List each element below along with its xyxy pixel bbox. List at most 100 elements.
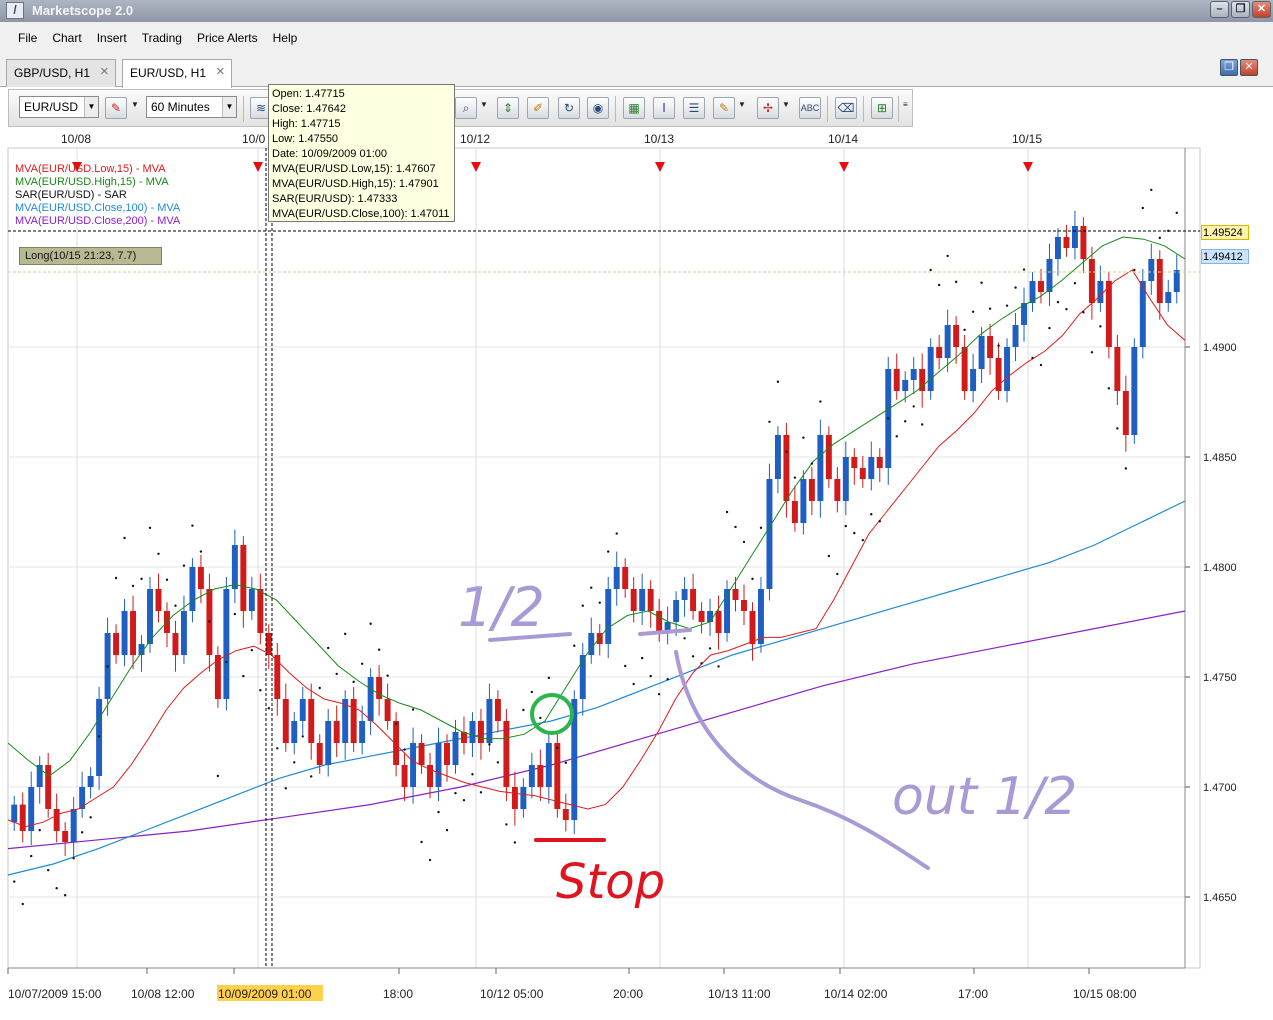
sar-dot	[904, 420, 907, 423]
add-indicator-icon[interactable]: ⇕	[497, 97, 519, 119]
sar-dot	[708, 647, 712, 650]
chart-canvas[interactable]: 10/08 10/0 10/12 10/13 10/14 10/15 10/07/2009…	[0, 129, 1273, 1017]
caret-down-icon[interactable]: ▼	[738, 100, 746, 109]
sar-dot	[97, 735, 101, 738]
menu-help[interactable]: Help	[265, 31, 305, 45]
sar-dot	[428, 858, 432, 862]
menu-trading[interactable]: Trading	[134, 31, 189, 45]
zoom-icon[interactable]: ⌕	[455, 97, 477, 119]
bullish-candle	[817, 435, 824, 501]
caret-down-icon[interactable]: ▼	[131, 100, 139, 109]
crosshair-cursor-icon[interactable]: Ⅰ	[653, 97, 675, 119]
bullish-candle	[248, 589, 255, 611]
tab-close-all-icon[interactable]: ✕	[1240, 59, 1258, 76]
bearish-candle	[113, 633, 120, 655]
bullish-candle	[70, 809, 77, 842]
time-tick-label: 10/15 08:00	[1073, 987, 1137, 1001]
bullish-candle	[579, 655, 586, 699]
legend-ma-high-15[interactable]: MVA(EUR/USD.High,15) - MVA	[15, 176, 180, 189]
menu-chart[interactable]: Chart	[44, 31, 88, 45]
bearish-candle	[562, 809, 569, 820]
sar-dot	[971, 310, 975, 313]
tab-gbpusd[interactable]: GBP/USD, H1 ✕	[6, 59, 116, 87]
price-chart[interactable]: 10/08 10/0 10/12 10/13 10/14 10/15 10/07/2009…	[0, 129, 1273, 1017]
bullish-candle	[11, 804, 18, 823]
globe-icon[interactable]: ◉	[587, 97, 609, 119]
trade-position-label[interactable]: Long(10/15 21:23, 7.7)	[19, 247, 162, 265]
instrument-select[interactable]: EUR/USD ▼	[19, 96, 99, 118]
tab-close-icon[interactable]: ✕	[100, 65, 109, 78]
minimize-button[interactable]: –	[1210, 1, 1229, 18]
sar-dot	[335, 672, 338, 676]
legend-ma-low-15[interactable]: MVA(EUR/USD.Low,15) - MVA	[15, 163, 180, 176]
tab-restore-icon[interactable]: ❐	[1220, 59, 1238, 76]
sar-dot	[199, 550, 203, 553]
bullish-candle	[681, 589, 688, 600]
menu-price-alerts[interactable]: Price Alerts	[189, 31, 265, 45]
bullish-candle	[868, 457, 875, 479]
sar-dot	[55, 887, 58, 890]
sar-dot	[700, 662, 703, 665]
toolbar-divider	[827, 96, 828, 122]
chart-settings-icon[interactable]: ✎	[105, 97, 127, 119]
refresh-icon[interactable]: ↻	[558, 97, 580, 119]
menu-file[interactable]: File	[10, 31, 44, 45]
bearish-candle	[350, 699, 357, 743]
legend-ma-100[interactable]: MVA(EUR/USD.Close,100) - MVA	[15, 202, 180, 215]
bullish-candle	[1012, 325, 1019, 347]
bullish-candle	[1165, 292, 1172, 303]
caret-down-icon[interactable]: ▼	[480, 100, 488, 109]
chevron-down-icon: ▼	[222, 97, 236, 117]
price-tick-label: 1.4800	[1203, 562, 1237, 574]
pencil-draw-icon[interactable]: ✎	[713, 97, 735, 119]
caret-down-icon[interactable]: ▼	[782, 100, 790, 109]
timeframe-select[interactable]: 60 Minutes ▼	[146, 96, 237, 118]
tab-eurusd[interactable]: EUR/USD, H1 ✕	[122, 59, 232, 88]
sar-dot	[963, 328, 966, 332]
eraser-icon[interactable]: ⌫	[835, 97, 857, 119]
bearish-candle	[401, 765, 408, 787]
sar-dot	[157, 552, 160, 555]
sar-dot	[80, 831, 84, 834]
edit-indicator-icon[interactable]: ✐	[527, 97, 549, 119]
table-icon[interactable]: ☰	[683, 97, 705, 119]
network-icon[interactable]: ⊞	[871, 97, 893, 119]
image-icon[interactable]: ▦	[623, 97, 645, 119]
tab-close-icon[interactable]: ✕	[216, 65, 225, 78]
toolbar-divider	[863, 96, 864, 122]
sar-dot	[1082, 311, 1085, 314]
timeframe-value: 60 Minutes	[151, 100, 210, 114]
bearish-candle	[537, 765, 544, 787]
bullish-candle	[291, 721, 298, 743]
sar-dot	[21, 902, 24, 906]
sar-dot	[1133, 268, 1136, 272]
toolbar-overflow-icon[interactable]: ≡	[903, 100, 908, 109]
window-titlebar: / Marketscope 2.0 – ❒ ✕	[0, 0, 1273, 22]
sar-dot	[1099, 325, 1102, 328]
bullish-candle	[410, 743, 417, 787]
close-button[interactable]: ✕	[1252, 1, 1271, 18]
menu-insert[interactable]: Insert	[89, 31, 134, 45]
sar-dot	[1158, 236, 1161, 240]
price-tick-label: 1.4700	[1203, 782, 1237, 794]
sar-dot	[386, 674, 389, 677]
legend-ma-200[interactable]: MVA(EUR/USD.Close,200) - MVA	[15, 215, 180, 228]
bearish-candle	[749, 611, 756, 644]
sar-dot	[539, 716, 542, 720]
sar-dot	[937, 283, 941, 287]
bullish-candle	[520, 787, 527, 809]
trade-marker-icon[interactable]: ✢	[757, 97, 779, 119]
sar-dot	[131, 584, 135, 588]
sar-dot	[717, 665, 720, 668]
sar-dot	[148, 526, 152, 530]
bullish-candle	[842, 457, 849, 501]
legend-sar[interactable]: SAR(EUR/USD) - SAR	[15, 189, 180, 202]
text-label-icon[interactable]: ABC	[799, 97, 821, 119]
bearish-candle	[876, 457, 883, 468]
sar-dot	[454, 791, 457, 795]
bearish-candle	[859, 468, 866, 479]
sar-dot	[870, 513, 873, 516]
sar-dot	[598, 601, 601, 604]
restore-button[interactable]: ❒	[1231, 1, 1250, 18]
bullish-candle	[545, 743, 552, 787]
